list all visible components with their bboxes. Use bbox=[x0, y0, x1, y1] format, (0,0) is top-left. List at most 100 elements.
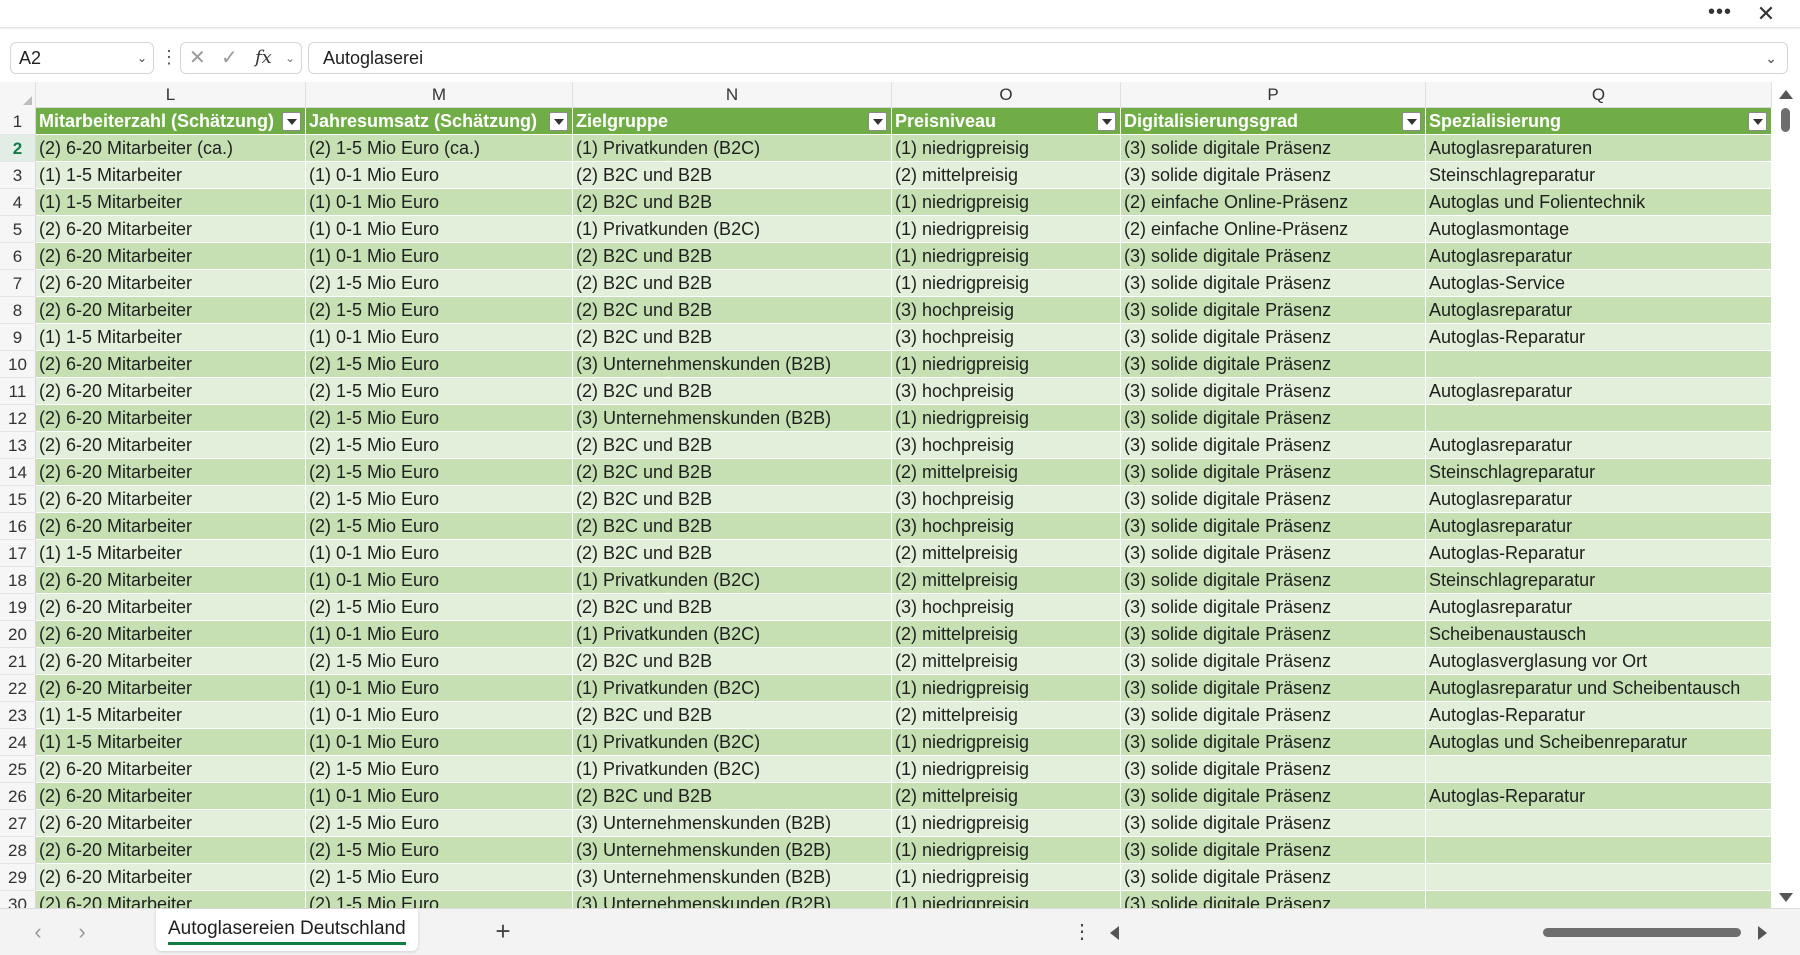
scroll-left-icon[interactable] bbox=[1110, 926, 1119, 940]
table-cell[interactable]: (1) 0-1 Mio Euro bbox=[306, 621, 573, 648]
table-cell[interactable]: (2) 6-20 Mitarbeiter bbox=[36, 216, 306, 243]
table-cell[interactable]: (1) 0-1 Mio Euro bbox=[306, 729, 573, 756]
table-cell[interactable]: (2) 6-20 Mitarbeiter bbox=[36, 837, 306, 864]
select-all-corner[interactable] bbox=[0, 82, 36, 108]
row-number[interactable]: 10 bbox=[0, 351, 36, 378]
table-cell[interactable]: (3) Unternehmenskunden (B2B) bbox=[573, 810, 892, 837]
table-cell[interactable]: Autoglasreparaturen bbox=[1426, 135, 1772, 162]
header-cell[interactable]: Preisniveau bbox=[892, 108, 1121, 135]
table-cell[interactable]: (2) 6-20 Mitarbeiter bbox=[36, 891, 306, 908]
row-number[interactable]: 12 bbox=[0, 405, 36, 432]
table-cell[interactable]: (1) Privatkunden (B2C) bbox=[573, 729, 892, 756]
table-cell[interactable]: (2) B2C und B2B bbox=[573, 486, 892, 513]
table-cell[interactable]: Autoglasreparatur bbox=[1426, 486, 1772, 513]
table-cell[interactable]: (1) 0-1 Mio Euro bbox=[306, 216, 573, 243]
table-cell[interactable]: (1) 0-1 Mio Euro bbox=[306, 162, 573, 189]
table-cell[interactable]: (2) 1-5 Mio Euro bbox=[306, 648, 573, 675]
add-sheet-icon[interactable]: + bbox=[488, 915, 518, 947]
row-number[interactable]: 7 bbox=[0, 270, 36, 297]
row-number[interactable]: 3 bbox=[0, 162, 36, 189]
table-cell[interactable]: (1) Privatkunden (B2C) bbox=[573, 756, 892, 783]
table-cell[interactable]: (1) niedrigpreisig bbox=[892, 810, 1121, 837]
table-cell[interactable]: (2) mittelpreisig bbox=[892, 702, 1121, 729]
row-number[interactable]: 13 bbox=[0, 432, 36, 459]
row-number[interactable]: 15 bbox=[0, 486, 36, 513]
table-cell[interactable]: (3) solide digitale Präsenz bbox=[1121, 594, 1426, 621]
row-number[interactable]: 14 bbox=[0, 459, 36, 486]
table-cell[interactable]: (1) 0-1 Mio Euro bbox=[306, 243, 573, 270]
table-cell[interactable]: (3) Unternehmenskunden (B2B) bbox=[573, 864, 892, 891]
table-cell[interactable]: (2) B2C und B2B bbox=[573, 594, 892, 621]
table-cell[interactable]: Autoglasreparatur bbox=[1426, 378, 1772, 405]
table-cell[interactable]: (3) solide digitale Präsenz bbox=[1121, 243, 1426, 270]
table-cell[interactable] bbox=[1426, 351, 1772, 378]
row-number[interactable]: 8 bbox=[0, 297, 36, 324]
row-number[interactable]: 5 bbox=[0, 216, 36, 243]
column-header-l[interactable]: L bbox=[36, 82, 306, 108]
header-cell[interactable]: Zielgruppe bbox=[573, 108, 892, 135]
table-cell[interactable]: Autoglasreparatur bbox=[1426, 297, 1772, 324]
row-number[interactable]: 28 bbox=[0, 837, 36, 864]
row-number[interactable]: 26 bbox=[0, 783, 36, 810]
table-cell[interactable]: (2) 1-5 Mio Euro bbox=[306, 756, 573, 783]
table-cell[interactable]: (2) B2C und B2B bbox=[573, 513, 892, 540]
table-cell[interactable]: Autoglasverglasung vor Ort bbox=[1426, 648, 1772, 675]
table-cell[interactable]: (3) solide digitale Präsenz bbox=[1121, 702, 1426, 729]
table-cell[interactable]: (3) solide digitale Präsenz bbox=[1121, 162, 1426, 189]
table-cell[interactable]: (2) 6-20 Mitarbeiter bbox=[36, 486, 306, 513]
table-cell[interactable]: (3) solide digitale Präsenz bbox=[1121, 648, 1426, 675]
sheet-tab-active[interactable]: Autoglasereien Deutschland bbox=[156, 909, 418, 951]
table-cell[interactable]: (2) 6-20 Mitarbeiter bbox=[36, 243, 306, 270]
row-number[interactable]: 20 bbox=[0, 621, 36, 648]
table-cell[interactable]: (2) 6-20 Mitarbeiter bbox=[36, 594, 306, 621]
table-cell[interactable]: Autoglas-Reparatur bbox=[1426, 324, 1772, 351]
vertical-scrollbar[interactable] bbox=[1772, 82, 1800, 908]
table-cell[interactable]: Autoglasreparatur bbox=[1426, 594, 1772, 621]
table-cell[interactable]: (2) 1-5 Mio Euro bbox=[306, 351, 573, 378]
table-cell[interactable]: Autoglas-Service bbox=[1426, 270, 1772, 297]
table-cell[interactable]: Steinschlagreparatur bbox=[1426, 567, 1772, 594]
row-number[interactable]: 19 bbox=[0, 594, 36, 621]
table-cell[interactable]: (2) 1-5 Mio Euro bbox=[306, 432, 573, 459]
table-cell[interactable]: (3) solide digitale Präsenz bbox=[1121, 270, 1426, 297]
table-cell[interactable]: (3) solide digitale Präsenz bbox=[1121, 567, 1426, 594]
table-cell[interactable]: (1) niedrigpreisig bbox=[892, 189, 1121, 216]
table-cell[interactable]: (1) niedrigpreisig bbox=[892, 837, 1121, 864]
table-cell[interactable]: (1) niedrigpreisig bbox=[892, 351, 1121, 378]
table-cell[interactable]: (1) Privatkunden (B2C) bbox=[573, 621, 892, 648]
row-number[interactable]: 24 bbox=[0, 729, 36, 756]
scroll-up-icon[interactable] bbox=[1779, 90, 1793, 99]
table-cell[interactable]: (2) 1-5 Mio Euro bbox=[306, 378, 573, 405]
table-cell[interactable]: Autoglasreparatur bbox=[1426, 243, 1772, 270]
row-number[interactable]: 25 bbox=[0, 756, 36, 783]
table-cell[interactable]: (2) B2C und B2B bbox=[573, 459, 892, 486]
table-cell[interactable]: (1) Privatkunden (B2C) bbox=[573, 675, 892, 702]
table-cell[interactable]: (1) 0-1 Mio Euro bbox=[306, 702, 573, 729]
table-cell[interactable]: Autoglas-Reparatur bbox=[1426, 783, 1772, 810]
scroll-down-icon[interactable] bbox=[1779, 893, 1793, 902]
table-cell[interactable]: (1) niedrigpreisig bbox=[892, 891, 1121, 908]
table-cell[interactable]: (2) 6-20 Mitarbeiter bbox=[36, 756, 306, 783]
row-number[interactable]: 16 bbox=[0, 513, 36, 540]
table-cell[interactable]: (2) B2C und B2B bbox=[573, 270, 892, 297]
table-cell[interactable]: (2) mittelpreisig bbox=[892, 459, 1121, 486]
header-cell[interactable]: Spezialisierung bbox=[1426, 108, 1772, 135]
vertical-scroll-thumb[interactable] bbox=[1781, 108, 1790, 132]
table-cell[interactable]: (2) 1-5 Mio Euro bbox=[306, 405, 573, 432]
row-number[interactable]: 18 bbox=[0, 567, 36, 594]
table-cell[interactable]: (3) solide digitale Präsenz bbox=[1121, 432, 1426, 459]
row-number[interactable]: 4 bbox=[0, 189, 36, 216]
table-cell[interactable]: (3) solide digitale Präsenz bbox=[1121, 621, 1426, 648]
table-cell[interactable]: (3) solide digitale Präsenz bbox=[1121, 864, 1426, 891]
table-cell[interactable]: (1) 1-5 Mitarbeiter bbox=[36, 162, 306, 189]
table-cell[interactable]: (2) 6-20 Mitarbeiter bbox=[36, 378, 306, 405]
table-cell[interactable]: (2) 6-20 Mitarbeiter bbox=[36, 297, 306, 324]
name-box[interactable]: A2 ⌄ bbox=[10, 42, 154, 74]
table-cell[interactable]: (2) B2C und B2B bbox=[573, 432, 892, 459]
table-cell[interactable]: (2) 1-5 Mio Euro bbox=[306, 486, 573, 513]
table-cell[interactable]: (2) einfache Online-Präsenz bbox=[1121, 189, 1426, 216]
table-cell[interactable]: (2) mittelpreisig bbox=[892, 648, 1121, 675]
formula-bar-options-icon[interactable]: ⋮ bbox=[160, 42, 178, 74]
table-cell[interactable]: (3) solide digitale Präsenz bbox=[1121, 783, 1426, 810]
table-cell[interactable]: (2) mittelpreisig bbox=[892, 567, 1121, 594]
